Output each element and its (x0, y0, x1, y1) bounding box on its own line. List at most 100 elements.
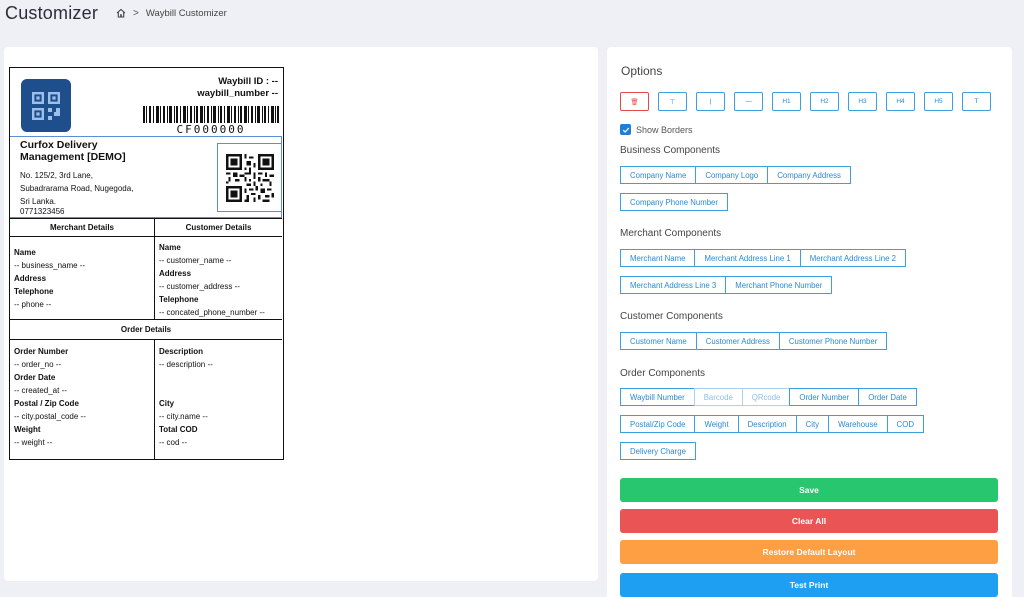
city-value: -- city.name -- (159, 412, 208, 421)
description-value: -- description -- (159, 360, 213, 369)
merchant-telephone-label: Telephone (14, 287, 54, 296)
vertical-line-icon: | (709, 98, 712, 105)
description-button[interactable]: Description (737, 415, 797, 433)
order-date-button[interactable]: Order Date (858, 388, 917, 406)
delivery-charge-button[interactable]: Delivery Charge (620, 442, 696, 460)
order-date-value: -- created_at -- (14, 386, 67, 395)
h2-icon: H2 (820, 98, 829, 105)
company-address[interactable]: No. 125/2, 3rd Lane, Subadrarama Road, N… (20, 169, 140, 208)
company-logo[interactable] (21, 79, 71, 132)
delete-icon: 🗑 (630, 98, 639, 106)
options-title: Options (621, 64, 663, 78)
weight-button[interactable]: Weight (694, 415, 739, 433)
merchant-address-line-2-button[interactable]: Merchant Address Line 2 (799, 249, 906, 267)
barcode-button[interactable]: Barcode (693, 388, 743, 406)
waybill-number-value: waybill_number -- (197, 88, 278, 99)
order-details-heading[interactable]: Order Details (10, 319, 282, 340)
waybill-id-label: Waybill ID : -- (218, 76, 278, 87)
element-toolbar: 🗑 ⊤ | — H1 H2 H3 H4 H5 T (620, 92, 991, 111)
horizontal-line-button[interactable]: — (734, 92, 763, 111)
page-title: Customizer (5, 2, 99, 23)
postal-zip-code-button[interactable]: Postal/Zip Code (620, 415, 696, 433)
waybill-canvas[interactable]: Waybill ID : -- waybill_number -- CF0000… (9, 67, 284, 460)
h4-button[interactable]: H4 (886, 92, 915, 111)
restore-default-layout-button[interactable]: Restore Default Layout (620, 540, 998, 564)
clear-all-button[interactable]: Clear All (620, 509, 998, 533)
customer-telephone-label: Telephone (159, 295, 199, 304)
show-borders-label: Show Borders (636, 124, 693, 135)
company-name[interactable]: Curfox Delivery Management [DEMO] (20, 139, 150, 163)
h1-icon: H1 (782, 98, 791, 105)
waybill-id[interactable]: Waybill ID : -- waybill_number -- (197, 76, 278, 100)
save-button[interactable]: Save (620, 478, 998, 502)
details-body-row: Name -- business_name -- Address Telepho… (10, 237, 282, 319)
order-number-button[interactable]: Order Number (789, 388, 860, 406)
company-block[interactable]: Curfox Delivery Management [DEMO] No. 12… (10, 136, 282, 218)
business-components-title: Business Components (620, 145, 721, 156)
waybill-header: Waybill ID : -- waybill_number -- CF0000… (10, 68, 282, 136)
qr-code[interactable] (217, 143, 282, 212)
weight-value: -- weight -- (14, 438, 53, 447)
vertical-line-button[interactable]: | (696, 92, 725, 111)
order-components-row-2: Postal/Zip Code Weight Description City … (620, 415, 924, 433)
customer-phone-number-button[interactable]: Customer Phone Number (778, 332, 888, 350)
company-phone-number-button[interactable]: Company Phone Number (620, 193, 728, 211)
h2-button[interactable]: H2 (810, 92, 839, 111)
text-button[interactable]: T (962, 92, 991, 111)
order-components-row-1: Waybill Number Barcode QRcode Order Numb… (620, 388, 917, 406)
customer-name-value: -- customer_name -- (159, 256, 232, 265)
merchant-address-line-3-button[interactable]: Merchant Address Line 3 (620, 276, 727, 294)
breadcrumb-separator: > (133, 7, 139, 19)
qr-logo-icon (32, 91, 60, 120)
h5-button[interactable]: H5 (924, 92, 953, 111)
customer-components-title: Customer Components (620, 311, 723, 322)
merchant-components-title: Merchant Components (620, 228, 722, 239)
merchant-details-heading[interactable]: Merchant Details (10, 219, 155, 236)
h4-icon: H4 (896, 98, 905, 105)
postal-code-value: -- city.postal_code -- (14, 412, 86, 421)
company-name-button[interactable]: Company Name (620, 166, 697, 184)
customer-address-button[interactable]: Customer Address (695, 332, 780, 350)
barcode[interactable] (143, 106, 279, 123)
check-icon (622, 127, 629, 133)
merchant-name-label: Name (14, 248, 36, 257)
order-details-right[interactable]: Description -- description -- City -- ci… (155, 340, 282, 460)
description-label: Description (159, 347, 204, 356)
merchant-address-label: Address (14, 274, 47, 283)
waybill-number-button[interactable]: Waybill Number (620, 388, 695, 406)
customer-name-button[interactable]: Customer Name (620, 332, 697, 350)
horizontal-line-icon: — (745, 98, 752, 105)
city-button[interactable]: City (795, 415, 830, 433)
show-borders-toggle[interactable]: Show Borders (620, 124, 693, 135)
company-phone[interactable]: 0771323456 (20, 207, 65, 216)
merchant-details[interactable]: Name -- business_name -- Address Telepho… (10, 237, 155, 319)
order-details-left[interactable]: Order Number -- order_no -- Order Date -… (10, 340, 155, 460)
customer-details-heading[interactable]: Customer Details (155, 219, 282, 236)
business-components-row-1: Company Name Company Logo Company Addres… (620, 166, 851, 184)
show-borders-checkbox[interactable] (620, 124, 631, 135)
home-icon[interactable] (116, 8, 126, 18)
company-address-button[interactable]: Company Address (767, 166, 851, 184)
merchant-address-line-1-button[interactable]: Merchant Address Line 1 (694, 249, 801, 267)
order-components-row-3: Delivery Charge (620, 442, 696, 460)
page-header: Customizer > Waybill Customizer (5, 0, 227, 26)
warehouse-button[interactable]: Warehouse (828, 415, 888, 433)
h1-button[interactable]: H1 (772, 92, 801, 111)
cod-button[interactable]: COD (886, 415, 924, 433)
merchant-phone-value: -- phone -- (14, 300, 52, 309)
test-print-button[interactable]: Test Print (620, 573, 998, 597)
merchant-components-row-1: Merchant Name Merchant Address Line 1 Me… (620, 249, 906, 267)
company-logo-button[interactable]: Company Logo (695, 166, 769, 184)
h3-icon: H3 (858, 98, 867, 105)
delete-button[interactable]: 🗑 (620, 92, 649, 111)
insert-table-button[interactable]: ⊤ (658, 92, 687, 111)
h3-button[interactable]: H3 (848, 92, 877, 111)
details-heading-row: Merchant Details Customer Details (10, 218, 282, 237)
merchant-name-button[interactable]: Merchant Name (620, 249, 696, 267)
total-cod-label: Total COD (159, 425, 198, 434)
merchant-phone-number-button[interactable]: Merchant Phone Number (725, 276, 833, 294)
qrcode-button[interactable]: QRcode (741, 388, 791, 406)
table-icon: ⊤ (669, 98, 676, 106)
postal-code-label: Postal / Zip Code (14, 399, 79, 408)
customer-details[interactable]: Name -- customer_name -- Address -- cust… (155, 237, 282, 319)
